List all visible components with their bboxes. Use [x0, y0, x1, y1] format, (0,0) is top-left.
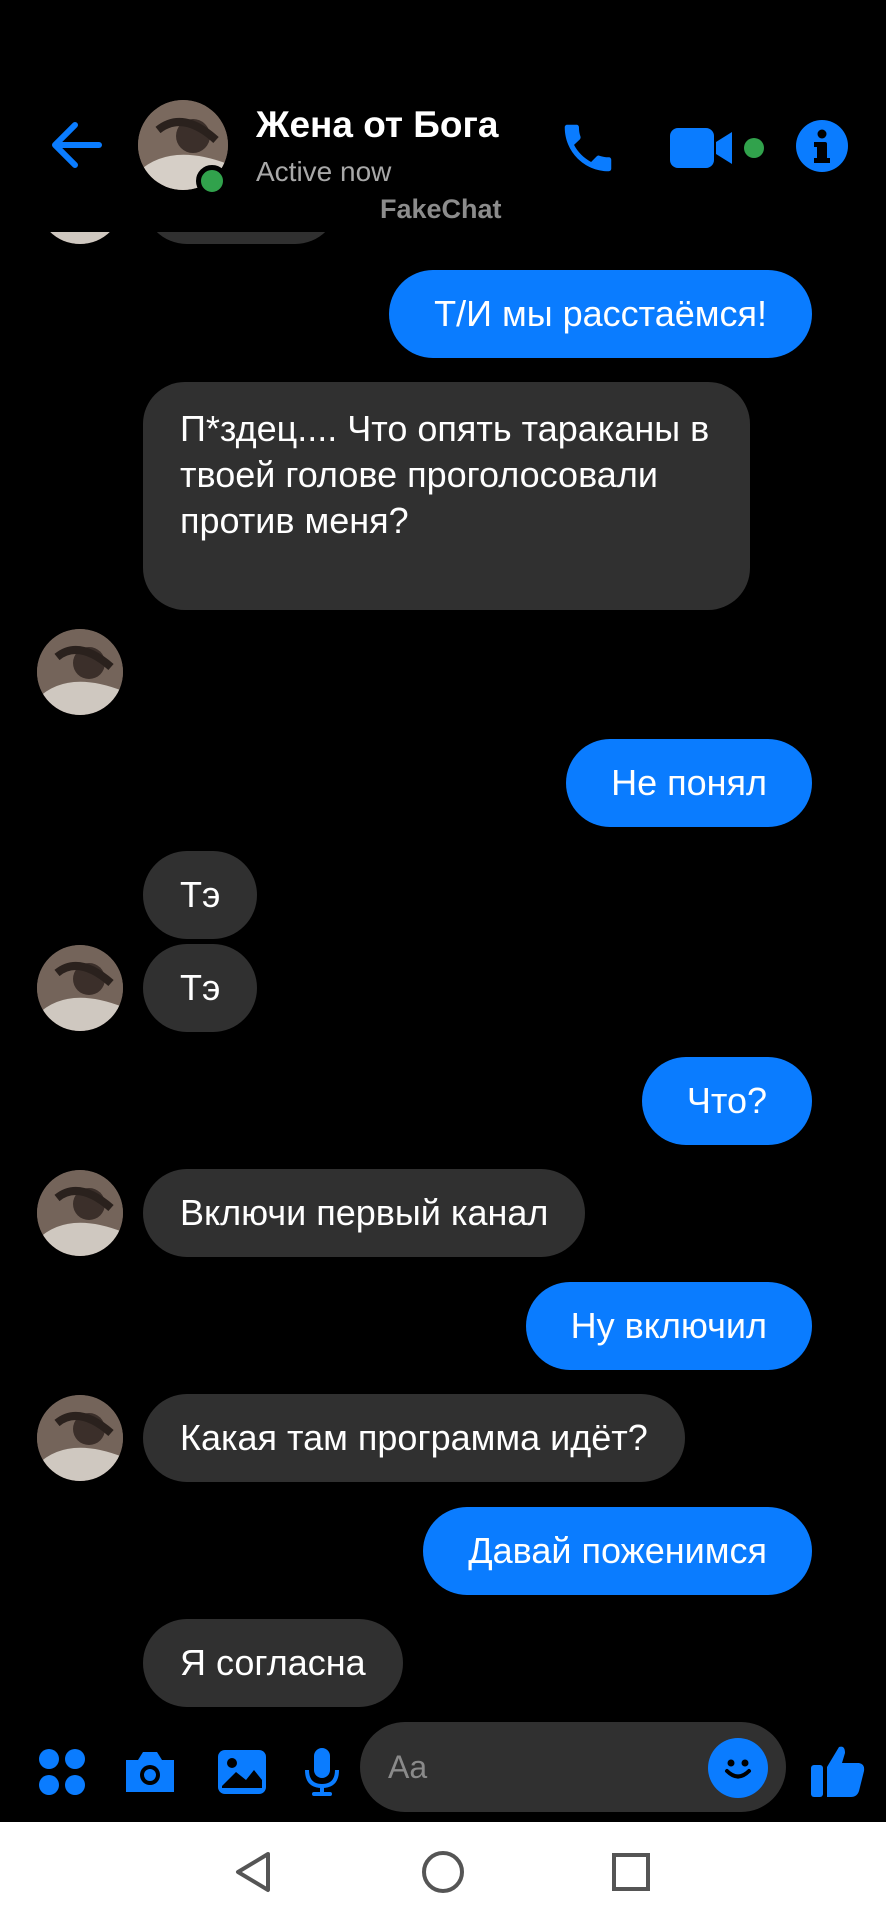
message-bubble-incoming[interactable]: П*здец.... Что опять тараканы в твоей го… [143, 382, 750, 610]
emoji-icon[interactable] [708, 1738, 768, 1798]
contact-avatar[interactable] [37, 945, 123, 1031]
video-active-dot [744, 138, 764, 158]
message-bubble-incoming[interactable]: Какая там программа идёт? [143, 1394, 685, 1482]
microphone-icon[interactable] [292, 1742, 352, 1802]
message-bubble-incoming[interactable]: Я согласна [143, 1619, 403, 1707]
thumbs-up-icon[interactable] [806, 1738, 870, 1802]
video-camera-icon[interactable] [668, 118, 768, 178]
message-bubble-outgoing[interactable]: Ну включил [525, 1282, 812, 1370]
contact-avatar[interactable] [37, 629, 123, 715]
emoji-message[interactable]: 😂😂😂😂 [144, 628, 481, 708]
gallery-icon[interactable] [212, 1742, 272, 1802]
message-input[interactable] [388, 1744, 688, 1790]
nav-recents-icon[interactable] [607, 1848, 655, 1896]
chat-screen: Жена от Бога Active now FakeChat Т/И мы … [0, 0, 886, 1920]
back-arrow-icon[interactable] [46, 118, 106, 172]
info-icon[interactable] [794, 118, 850, 174]
online-status-indicator [196, 165, 228, 197]
chat-header: Жена от Бога Active now FakeChat [0, 0, 886, 232]
system-navigation-bar [0, 1822, 886, 1920]
message-bubble-outgoing[interactable]: Не понял [566, 739, 812, 827]
contact-status: Active now [256, 156, 392, 187]
nav-back-icon[interactable] [229, 1848, 277, 1896]
phone-icon[interactable] [552, 112, 624, 184]
watermark: FakeChat [380, 194, 502, 224]
nav-home-icon[interactable] [419, 1848, 467, 1896]
message-bubble-outgoing[interactable]: Давай поженимся [423, 1507, 812, 1595]
message-bubble-incoming[interactable]: Включи первый канал [143, 1169, 586, 1257]
message-composer [0, 1722, 886, 1820]
message-input-field[interactable] [360, 1722, 786, 1812]
message-bubble-outgoing[interactable]: Т/И мы расстаёмся! [389, 270, 812, 358]
apps-grid-icon[interactable] [32, 1742, 92, 1802]
contact-name[interactable]: Жена от Бога [256, 104, 499, 146]
message-bubble-incoming[interactable]: Тэ [143, 944, 258, 1032]
message-bubble-outgoing[interactable]: Что? [641, 1057, 812, 1145]
contact-avatar[interactable] [37, 1395, 123, 1481]
message-bubble-incoming[interactable]: Тэ [143, 851, 258, 939]
camera-icon[interactable] [120, 1742, 180, 1802]
contact-avatar[interactable] [37, 1170, 123, 1256]
